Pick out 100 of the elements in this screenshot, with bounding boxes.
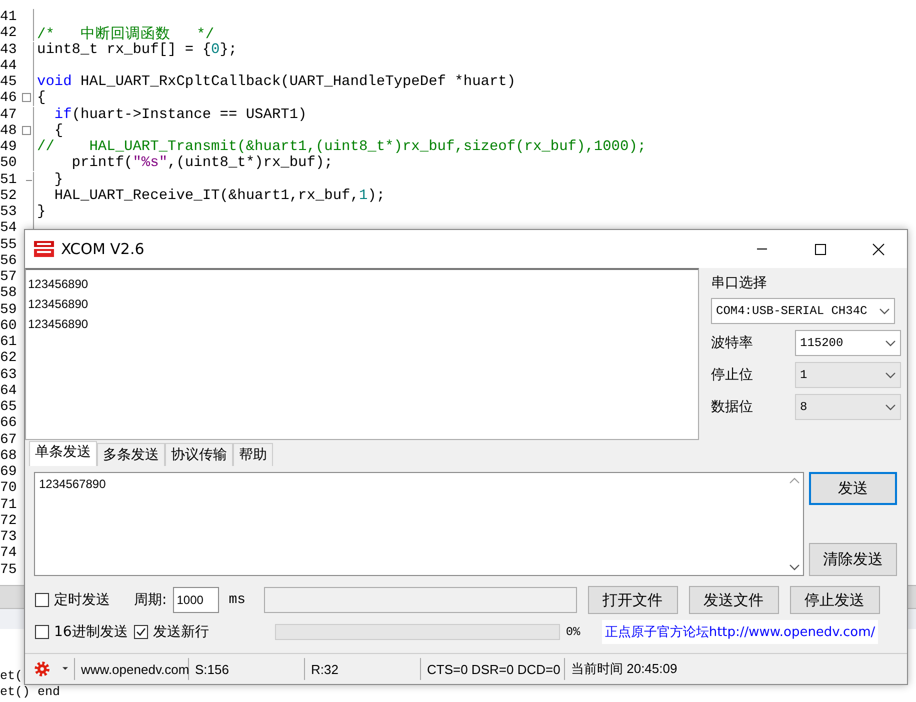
close-icon[interactable] xyxy=(872,242,884,256)
chevron-down-icon xyxy=(885,404,896,410)
file-button[interactable]: 打开文件 xyxy=(588,586,678,614)
line-number: 47 xyxy=(0,106,18,123)
chevron-down-icon xyxy=(879,308,890,314)
line-number: 69 xyxy=(0,464,18,480)
line-number: 72 xyxy=(0,512,18,529)
checkbox-label: 发送新行 xyxy=(152,623,209,641)
file-button[interactable]: 停止发送 xyxy=(790,586,880,614)
period-input[interactable]: 1000 xyxy=(172,587,219,613)
received-line: 123456890 xyxy=(28,276,90,293)
field-label: 串口选择 xyxy=(711,274,768,292)
line-number: 52 xyxy=(0,188,18,204)
dropdown[interactable]: 8 xyxy=(795,394,901,420)
output-line: et() end xyxy=(0,684,60,700)
scroll-down-icon[interactable] xyxy=(788,564,800,571)
scroll-up-icon[interactable] xyxy=(788,477,800,484)
line-number: 61 xyxy=(0,334,18,350)
dropdown-value: 115200 xyxy=(800,336,844,350)
code-line: { xyxy=(54,122,64,139)
code-line: uint8_t rx_buf[] = {0}; xyxy=(37,42,238,58)
fold-toggle-icon[interactable] xyxy=(22,93,31,102)
tab[interactable]: 帮助 xyxy=(233,443,273,466)
dropdown-value: 1 xyxy=(800,368,808,382)
send-button[interactable]: 发送 xyxy=(809,472,897,505)
line-number: 63 xyxy=(0,366,18,383)
line-number: 73 xyxy=(0,529,18,546)
line-number: 50 xyxy=(0,155,18,172)
chevron-down-icon xyxy=(885,340,896,346)
line-number: 53 xyxy=(0,204,18,220)
line-number: 64 xyxy=(0,382,18,399)
line-number: 41 xyxy=(0,9,18,26)
line-number: 51 xyxy=(0,172,18,188)
file-path-field[interactable] xyxy=(264,587,577,613)
window-title: XCOM V2.6 xyxy=(61,240,146,258)
chevron-down-icon xyxy=(885,372,896,378)
field-label: 波特率 xyxy=(711,334,753,352)
checkbox[interactable] xyxy=(35,593,49,607)
line-number: 65 xyxy=(0,399,18,416)
field-label: 停止位 xyxy=(711,366,753,384)
unit-label: ms xyxy=(228,592,246,608)
checkbox-label: 定时发送 xyxy=(54,591,110,609)
line-number: 71 xyxy=(0,496,18,513)
line-number: 59 xyxy=(0,302,18,318)
code-line: if(huart->Instance == USART1) xyxy=(53,106,307,123)
line-number: 68 xyxy=(0,448,18,464)
checkbox[interactable] xyxy=(134,625,148,639)
line-number: 49 xyxy=(0,139,18,156)
code-line: HAL_UART_Receive_IT(&huart1,rx_buf,1); xyxy=(53,188,386,204)
app-logo-icon xyxy=(33,239,55,259)
received-line: 123456890 xyxy=(28,296,90,313)
file-button[interactable]: 发送文件 xyxy=(688,586,779,614)
code-line: /* 中断回调函数 */ xyxy=(37,25,214,43)
code-line: printf("%s",(uint8_t*)rx_buf); xyxy=(70,155,333,172)
line-number: 70 xyxy=(0,480,18,496)
received-line: 123456890 xyxy=(28,316,90,333)
line-number: 48 xyxy=(0,122,18,139)
line-number: 74 xyxy=(0,545,18,562)
code-line: } xyxy=(37,204,46,220)
tab[interactable]: 协议传输 xyxy=(165,443,233,466)
status-item: CTS=0 DSR=0 DCD=0 xyxy=(421,658,565,680)
fold-toggle-icon[interactable] xyxy=(22,126,31,135)
line-number: 44 xyxy=(0,58,18,74)
code-line: } xyxy=(53,172,64,188)
output-line: et( xyxy=(0,668,23,684)
dropdown-value: COM4:USB-SERIAL CH34C xyxy=(716,304,868,318)
line-number: 66 xyxy=(0,415,18,432)
status-item: www.openedv.com xyxy=(75,658,189,680)
line-number: 57 xyxy=(0,269,18,286)
line-number: 56 xyxy=(0,252,18,269)
line-number: 75 xyxy=(0,562,18,578)
dropdown[interactable]: 115200 xyxy=(795,330,901,356)
status-item: R:32 xyxy=(305,658,421,680)
dropdown-value: 8 xyxy=(800,400,808,414)
line-number: 67 xyxy=(0,432,18,448)
forum-link[interactable]: 正点原子官方论坛http://www.openedv.com/ xyxy=(602,620,878,644)
code-line: void HAL_UART_RxCpltCallback(UART_HandleTypeDef *huart) xyxy=(37,74,516,90)
dropdown[interactable]: COM4:USB-SERIAL CH34C xyxy=(711,298,895,324)
line-number: 54 xyxy=(0,220,18,236)
tab[interactable]: 单条发送 xyxy=(29,441,97,466)
maximize-icon[interactable] xyxy=(814,242,826,256)
line-number: 46 xyxy=(0,90,18,106)
field-label: 周期: xyxy=(134,591,167,609)
status-item: S:156 xyxy=(189,658,305,680)
code-line: // HAL_UART_Transmit(&huart1,(uint8_t*)rx_buf,sizeof(rx_buf),1000); xyxy=(37,139,646,156)
send-input[interactable]: 1234567890 xyxy=(34,472,804,576)
checkbox[interactable] xyxy=(35,625,49,639)
line-number: 45 xyxy=(0,74,18,90)
code-line: { xyxy=(37,90,46,106)
line-number: 60 xyxy=(0,318,18,334)
line-number: 42 xyxy=(0,25,18,42)
clear-send-button[interactable]: 清除发送 xyxy=(809,543,897,576)
checkbox-label: 16进制发送 xyxy=(54,623,128,641)
line-number: 43 xyxy=(0,42,18,58)
status-item: 当前时间 20:45:09 xyxy=(570,660,678,678)
tab[interactable]: 多条发送 xyxy=(97,443,165,466)
field-label: 数据位 xyxy=(711,398,753,416)
line-number: 55 xyxy=(0,236,18,253)
progress-reading: 0% xyxy=(566,625,582,639)
dropdown[interactable]: 1 xyxy=(795,362,901,388)
